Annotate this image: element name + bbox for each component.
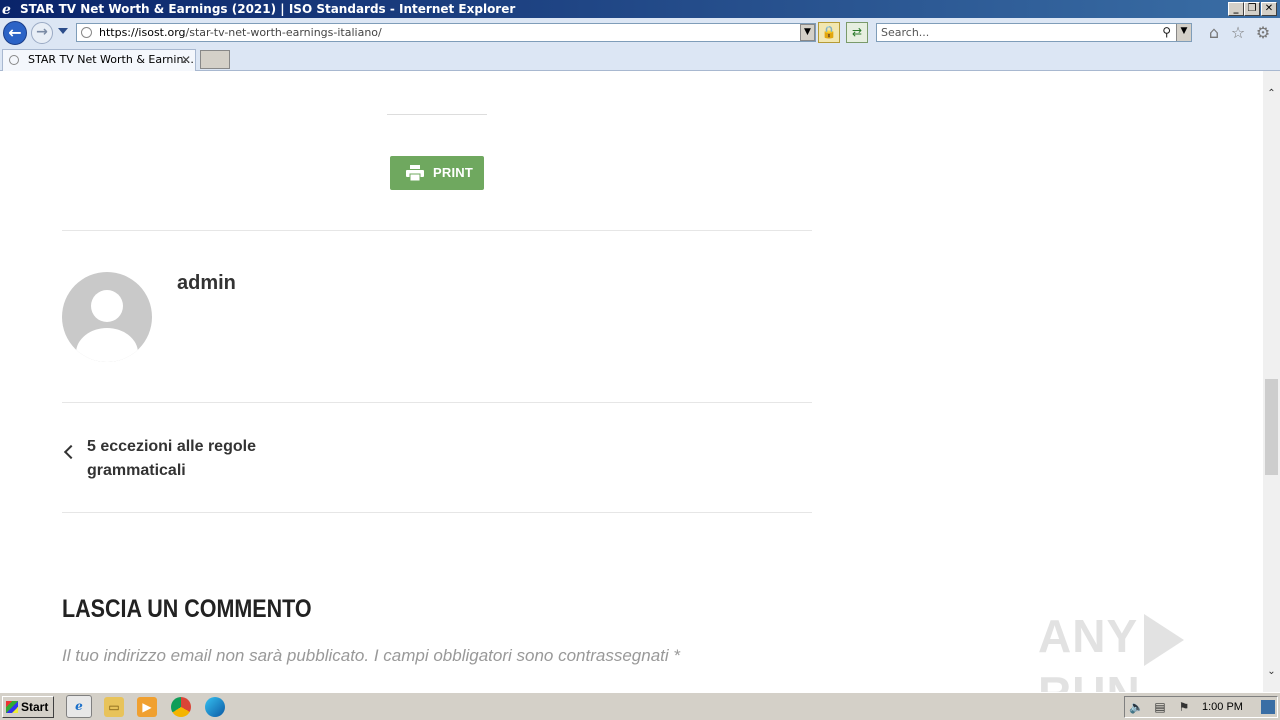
print-label: PRINT [433,165,473,180]
play-icon [1144,613,1185,666]
scroll-up-icon[interactable]: ⌃ [1263,85,1280,102]
page-icon [81,27,92,38]
home-icon[interactable]: ⌂ [1205,24,1223,42]
comment-notes-text: Il tuo indirizzo email non sarà pubblica… [62,646,669,665]
network-icon[interactable]: ▤ [1153,700,1167,714]
start-button[interactable]: Start [2,696,54,718]
address-dropdown-button[interactable]: ▼ [800,24,815,41]
windows-logo-icon [6,701,18,713]
window-title: STAR TV Net Worth & Earnings (2021) | IS… [20,2,516,16]
favorites-star-icon[interactable]: ☆ [1229,24,1247,42]
chrome-icon[interactable] [171,697,191,717]
previous-post-title[interactable]: 5 eccezioni alle regole grammaticali [87,435,317,483]
taskbar: Start e ▭ ▶ 🔈 ▤ ⚑ 1:00 PM [0,692,1280,720]
forward-arrow-icon: → [36,24,48,40]
url-path: /star-tv-net-worth-earnings-italiano/ [185,26,382,39]
show-desktop-icon[interactable] [1261,700,1275,714]
lock-icon[interactable]: 🔒 [818,22,840,43]
back-button[interactable]: ← [3,21,27,45]
required-mark: * [673,646,681,665]
anyrun-watermark: ANYRUN [1038,609,1263,692]
window-titlebar: e STAR TV Net Worth & Earnings (2021) | … [0,0,1280,18]
tab-active[interactable]: STAR TV Net Worth & Earnin... ✕ [2,49,196,71]
tab-page-icon [9,55,19,65]
minimize-button[interactable]: _ [1228,2,1244,16]
system-tray: 🔈 ▤ ⚑ 1:00 PM [1124,696,1278,718]
print-button[interactable]: PRINT [390,156,484,190]
gear-icon[interactable]: ⚙ [1254,24,1272,42]
flag-icon[interactable]: ⚑ [1177,700,1191,714]
author-name[interactable]: admin [177,272,236,295]
tab-bar: STAR TV Net Worth & Earnin... ✕ [0,48,1280,71]
page-content: PRINT admin 5 eccezioni alle regole gram… [0,71,1263,692]
author-avatar [62,272,152,362]
volume-icon[interactable]: 🔈 [1129,700,1144,714]
divider [387,114,487,115]
forward-button[interactable]: → [31,22,53,44]
close-window-button[interactable]: ✕ [1261,2,1277,16]
restore-button[interactable]: ❐ [1244,2,1260,16]
navigation-bar: ← → https://isost.org/star-tv-net-worth-… [0,18,1280,48]
comment-heading: LASCIA UN COMMENTO [62,595,312,623]
chevron-left-icon [63,444,79,460]
internet-explorer-taskbar-icon[interactable]: e [66,695,92,718]
history-dropdown-icon[interactable] [58,28,68,34]
scrollbar-thumb[interactable] [1265,379,1278,475]
url-host: https://isost.org [99,26,186,39]
tab-label: STAR TV Net Worth & Earnin... [28,53,194,66]
printer-icon [406,165,424,181]
search-dropdown-button[interactable]: ▼ [1176,24,1191,41]
search-icon[interactable]: ⚲ [1162,24,1171,41]
comment-notes: Il tuo indirizzo email non sarà pubblica… [62,646,680,666]
tab-close-icon[interactable]: ✕ [181,50,191,70]
edge-icon[interactable] [205,697,225,717]
address-input[interactable]: https://isost.org/star-tv-net-worth-earn… [76,23,816,42]
scroll-down-icon[interactable]: ⌄ [1263,663,1280,680]
vertical-scrollbar[interactable]: ⌃ ⌄ [1263,71,1280,692]
search-input[interactable]: Search... ⚲ ▼ [876,23,1192,42]
divider [62,512,812,513]
media-player-icon[interactable]: ▶ [137,697,157,717]
divider [62,402,812,403]
search-placeholder: Search... [881,26,930,39]
start-label: Start [21,700,49,714]
clock: 1:00 PM [1202,701,1243,713]
new-tab-button[interactable] [200,50,230,69]
folder-icon[interactable]: ▭ [104,697,124,717]
back-arrow-icon: ← [8,23,22,42]
internet-explorer-icon: e [2,2,11,18]
refresh-icon[interactable]: ⇄ [846,22,868,43]
divider [62,230,812,231]
